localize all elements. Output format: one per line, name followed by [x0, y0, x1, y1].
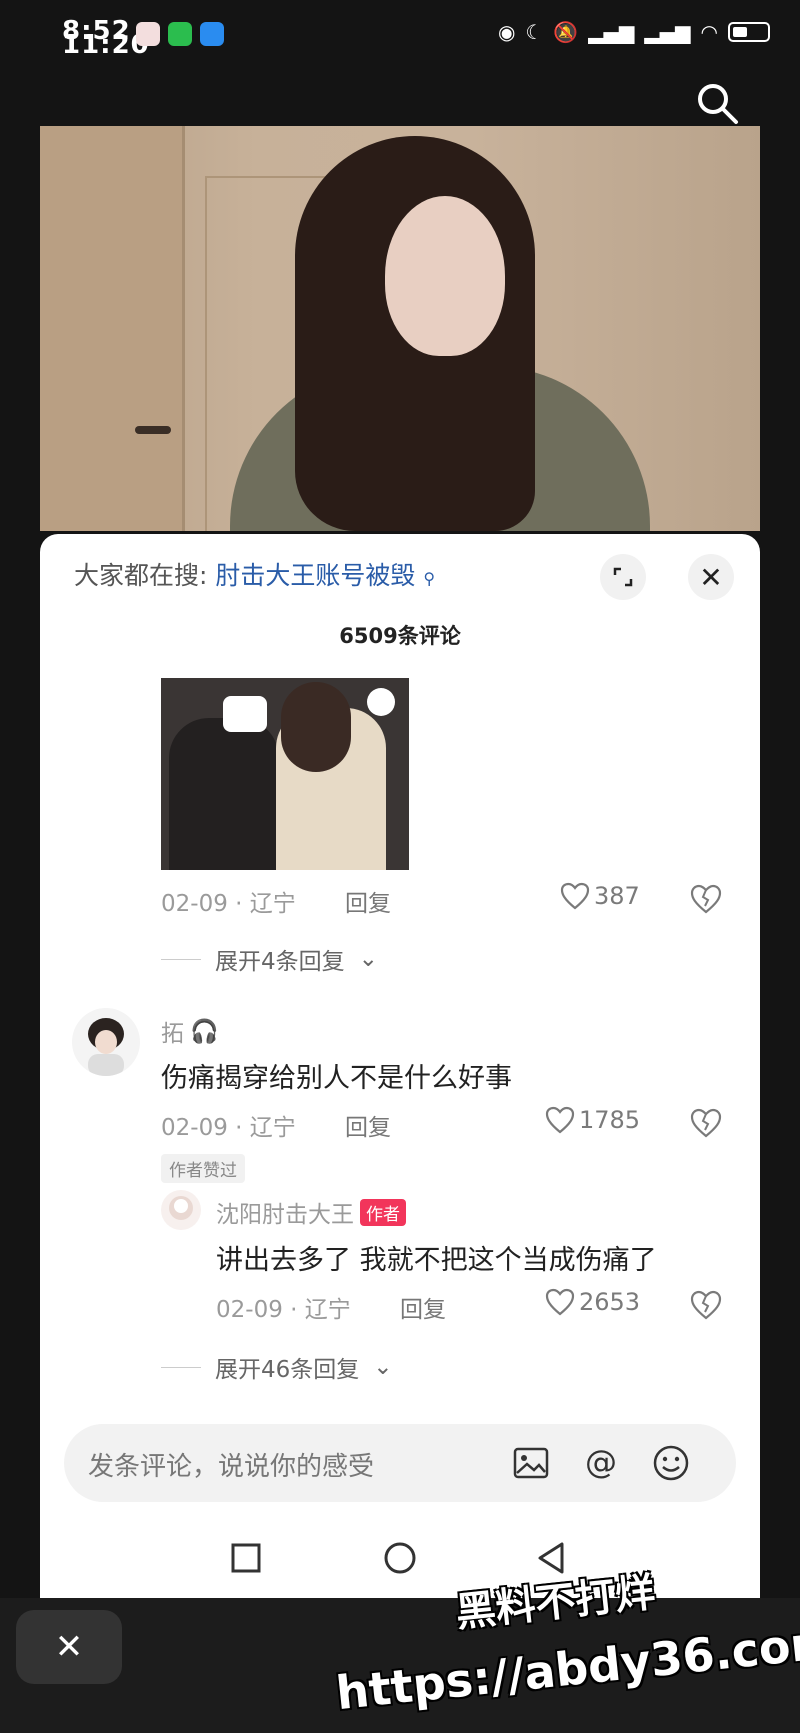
headphones-icon: 🎧 — [190, 1018, 219, 1045]
small-search-icon: ⚲ — [423, 569, 436, 588]
author-badge: 作者 — [360, 1198, 406, 1226]
reply-username[interactable]: 沈阳肘击大王 作者 — [216, 1195, 406, 1229]
close-button[interactable]: ✕ — [16, 1610, 122, 1684]
expand-replies-button[interactable]: 展开46条回复 ⌄ — [161, 1350, 393, 1384]
image-icon[interactable] — [510, 1442, 552, 1484]
like-button[interactable]: 2653 — [545, 1288, 640, 1316]
hot-search-keyword[interactable]: 肘击大王账号被毁 — [215, 561, 415, 590]
mail-app-icon — [136, 22, 160, 46]
battery-icon — [728, 22, 770, 42]
fullscreen-button[interactable] — [600, 554, 646, 600]
reply-username-text: 沈阳肘击大王 — [216, 1202, 354, 1228]
signal-icon-2: ▂▄▆ — [644, 20, 691, 44]
hot-search[interactable]: 大家都在搜: 肘击大王账号被毁 ⚲ — [74, 556, 435, 592]
hot-search-label: 大家都在搜: — [74, 561, 208, 590]
username-text: 拓 — [161, 1021, 184, 1047]
like-button[interactable]: 1785 — [545, 1106, 640, 1134]
wechat-app-icon — [168, 22, 192, 46]
broken-heart-icon[interactable] — [690, 884, 722, 914]
signal-icon: ▂▄▆ — [588, 20, 635, 44]
status-bar: 8:52 11:20 ◉ ☾ 🔕 ▂▄▆ ▂▄▆ ◠ — [0, 0, 800, 70]
divider-dash — [161, 958, 201, 960]
author-liked-badge: 作者赞过 — [161, 1154, 245, 1183]
heart-icon — [545, 1288, 575, 1316]
reply-button[interactable]: 回复 — [345, 1108, 391, 1142]
close-sheet-button[interactable]: ✕ — [688, 554, 734, 600]
video-player[interactable] — [40, 126, 760, 531]
reply-button[interactable]: 回复 — [400, 1290, 446, 1324]
comment-date-location: 02-09 · 辽宁 — [161, 891, 296, 917]
photo-censor-circle — [367, 688, 395, 716]
comment-photo[interactable] — [161, 678, 409, 870]
svg-text:@: @ — [585, 1443, 617, 1481]
recents-icon[interactable] — [226, 1538, 266, 1578]
expand-replies-label: 展开4条回复 — [215, 949, 345, 975]
comment-input-placeholder: 发条评论，说说你的感受 — [88, 1452, 375, 1482]
system-icons: ◉ ☾ 🔕 ▂▄▆ ▂▄▆ ◠ — [498, 20, 770, 44]
reply-text: 讲出去多了 我就不把这个当成伤痛了 — [216, 1245, 657, 1276]
expand-replies-button[interactable]: 展开4条回复 ⌄ — [161, 942, 378, 976]
expand-icon — [613, 567, 633, 587]
emoji-icon[interactable] — [650, 1442, 692, 1484]
comment-count: 6509条评论 — [339, 624, 461, 648]
close-icon: ✕ — [54, 1627, 84, 1667]
message-app-icon — [200, 22, 224, 46]
expand-replies-label: 展开46条回复 — [215, 1357, 360, 1383]
search-icon[interactable] — [694, 80, 740, 126]
photo-hair — [281, 682, 351, 772]
door-handle — [135, 426, 171, 434]
eye-icon: ◉ — [497, 20, 516, 44]
screen: 8:52 11:20 ◉ ☾ 🔕 ▂▄▆ ▂▄▆ ◠ 大家都在搜: 肘击大王账号… — [0, 0, 800, 1733]
photo-censor-sticker — [223, 696, 267, 732]
mute-bell-icon: 🔕 — [553, 20, 579, 44]
wifi-icon: ◠ — [700, 20, 718, 44]
door-left — [40, 126, 185, 531]
reply-button[interactable]: 回复 — [345, 884, 391, 918]
close-icon: ✕ — [699, 560, 723, 594]
like-count: 387 — [594, 882, 640, 910]
moon-icon: ☾ — [525, 20, 544, 44]
home-icon[interactable] — [380, 1538, 420, 1578]
comment-username[interactable]: 拓 🎧 — [161, 1014, 219, 1048]
broken-heart-icon[interactable] — [690, 1108, 722, 1138]
like-count: 2653 — [579, 1288, 641, 1316]
avatar[interactable] — [72, 1008, 140, 1076]
heart-icon — [560, 882, 590, 910]
broken-heart-icon[interactable] — [690, 1290, 722, 1320]
like-count: 1785 — [579, 1106, 641, 1134]
photo-person-1 — [169, 718, 279, 870]
divider-dash — [161, 1366, 201, 1368]
chevron-down-icon: ⌄ — [373, 1354, 393, 1380]
comment-input[interactable]: 发条评论，说说你的感受 @ — [64, 1424, 736, 1502]
comment-date-location: 02-09 · 辽宁 — [161, 1115, 296, 1141]
avatar-illustration — [88, 1018, 124, 1076]
reply-avatar-illustration — [169, 1196, 193, 1220]
mention-icon[interactable]: @ — [580, 1442, 622, 1484]
like-button[interactable]: 387 — [560, 882, 640, 910]
reply-avatar[interactable] — [161, 1190, 201, 1230]
comment-text: 伤痛揭穿给别人不是什么好事 — [161, 1063, 512, 1094]
heart-icon — [545, 1106, 575, 1134]
chevron-down-icon: ⌄ — [358, 946, 378, 972]
comment-sheet: 大家都在搜: 肘击大王账号被毁 ⚲ ✕ 6509条评论 02-09 · 辽宁 回… — [40, 534, 760, 1598]
reply-date-location: 02-09 · 辽宁 — [216, 1297, 351, 1323]
person-face — [385, 196, 505, 356]
